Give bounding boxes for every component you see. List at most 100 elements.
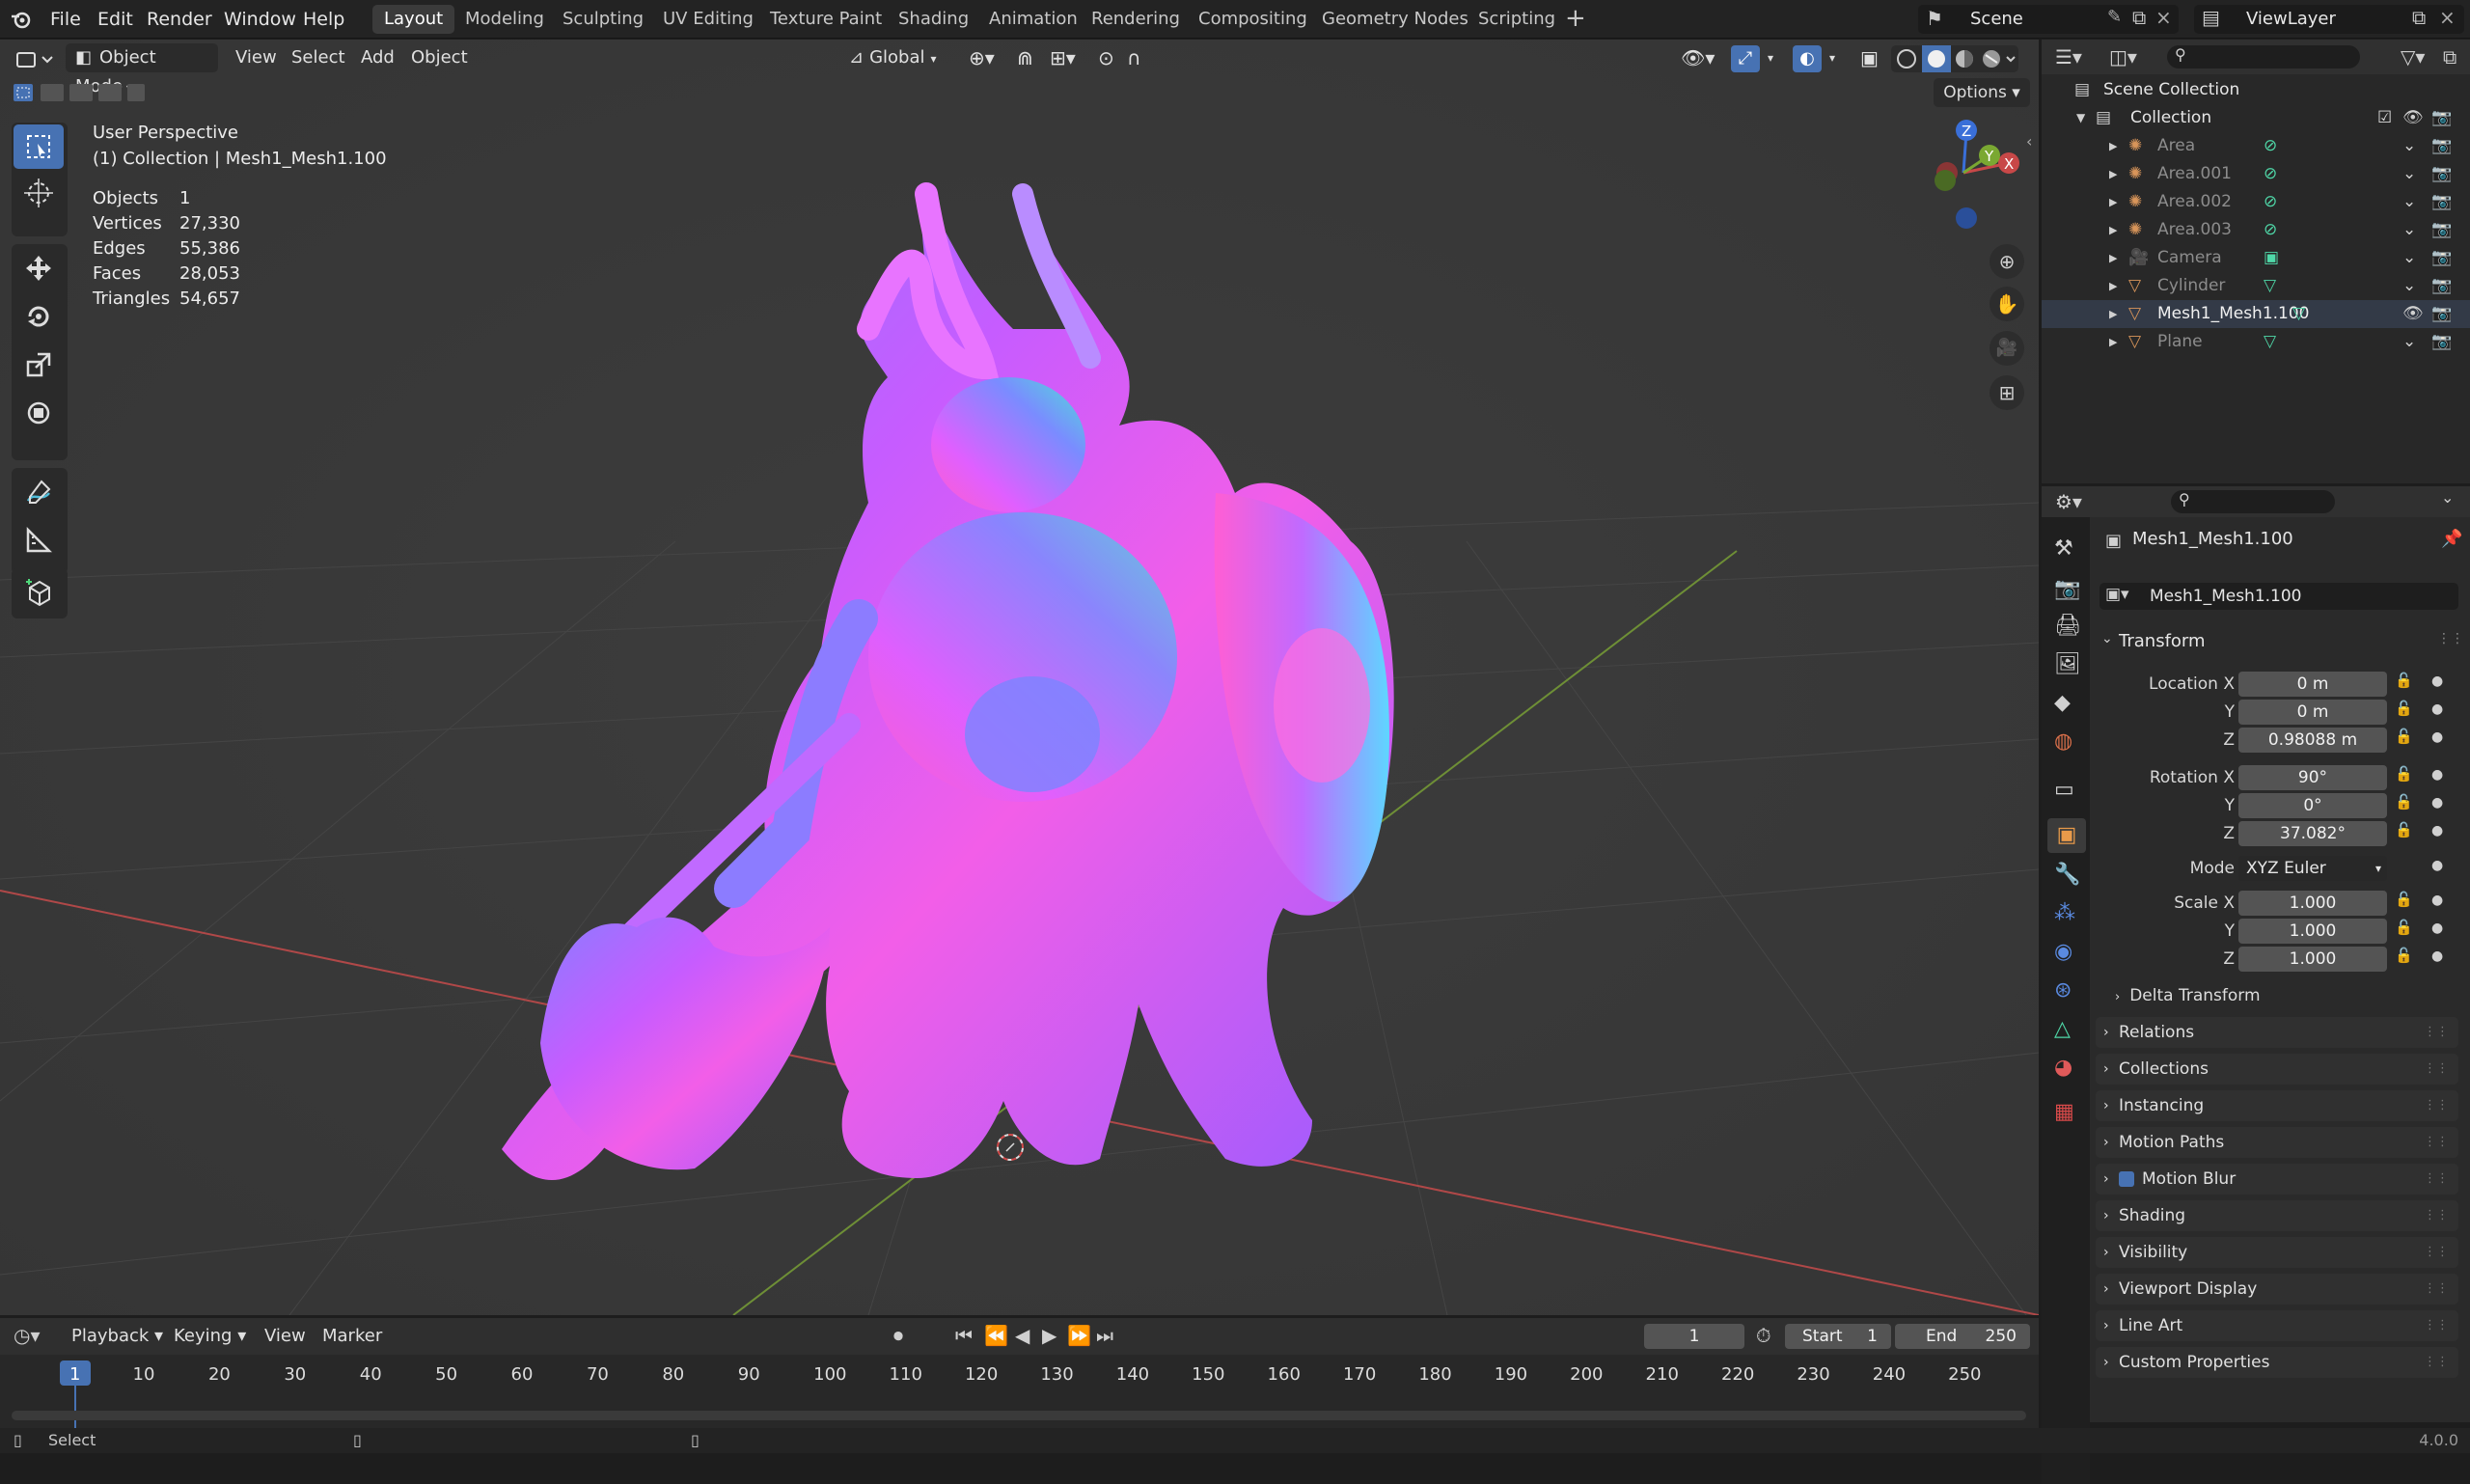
overlays-toggle-icon[interactable]: ◐ (1793, 45, 1822, 72)
object-data-icon[interactable]: ⊘ (2264, 160, 2277, 188)
eye-closed-icon[interactable]: ⌄ (2402, 188, 2416, 216)
panel-line-art[interactable]: › Line Art ⋮⋮ (2096, 1310, 2458, 1341)
tab-animation[interactable]: Animation (977, 5, 1089, 34)
drag-handle-icon[interactable]: ⋮⋮ (2424, 1127, 2449, 1158)
scale-x-field[interactable]: 1.000 (2238, 891, 2387, 916)
tab-shading[interactable]: Shading (887, 5, 980, 34)
keyframe-dot-icon[interactable]: ● (2431, 893, 2443, 908)
close-icon[interactable]: × (2439, 6, 2456, 29)
select-box-tool[interactable] (14, 124, 64, 169)
scene-selector[interactable]: ⚑ Scene ✎ ⧉ × (1918, 5, 2179, 34)
tab-rendering[interactable]: Rendering (1080, 5, 1192, 34)
camera-render-icon[interactable]: 📷 (2431, 104, 2452, 132)
object-data-icon[interactable]: ⊘ (2264, 188, 2277, 216)
proportional-edit-icon[interactable]: ⊙ (1098, 43, 1114, 72)
eye-closed-icon[interactable]: ⌄ (2402, 132, 2416, 160)
expand-arrow-icon[interactable]: ▶ (2109, 132, 2117, 160)
keyframe-dot-icon[interactable]: ● (2431, 673, 2443, 689)
keyframe-dot-icon[interactable]: ● (2431, 729, 2443, 745)
view-layer-tab-icon[interactable]: 🖼 (2054, 652, 2081, 676)
expand-arrow-icon[interactable]: ▶ (2109, 328, 2117, 356)
chevron-down-icon[interactable]: ▾ (1768, 43, 1773, 72)
drag-handle-icon[interactable]: ⋮⋮ (2424, 1347, 2449, 1378)
3d-viewport[interactable]: ◧Object Mode▾ View Select Add Object ⊿Gl… (0, 40, 2039, 1315)
panel-visibility[interactable]: › Visibility ⋮⋮ (2096, 1237, 2458, 1268)
sidebar-toggle-icon[interactable]: ‹ (2026, 132, 2032, 151)
keyframe-dot-icon[interactable]: ● (2431, 948, 2443, 964)
add-workspace-icon[interactable]: + (1565, 4, 1586, 33)
eye-closed-icon[interactable]: ⌄ (2402, 272, 2416, 300)
lock-icon[interactable]: 🔓 (2395, 672, 2413, 689)
scale-z-field[interactable]: 1.000 (2238, 947, 2387, 972)
tool-tab-icon[interactable]: ⚒ (2054, 536, 2073, 561)
tab-uv-editing[interactable]: UV Editing (651, 5, 765, 34)
drag-handle-icon[interactable]: ⋮⋮ (2424, 1164, 2449, 1195)
material-tab-icon[interactable]: ◕ (2054, 1056, 2072, 1080)
shading-mode-buttons[interactable] (1891, 45, 2018, 72)
search-input[interactable]: ⚲ (2171, 490, 2335, 513)
menu-marker[interactable]: Marker (322, 1322, 382, 1351)
keyframe-dot-icon[interactable]: ● (2431, 858, 2443, 873)
render-tab-icon[interactable]: 📷 (2054, 577, 2080, 601)
outliner-item[interactable]: ▶ ▽ Plane ▽ ⌄ 📷 (2042, 328, 2470, 356)
camera-render-icon[interactable]: 📷 (2431, 300, 2452, 328)
drag-handle-icon[interactable]: ⋮⋮ (2424, 1017, 2449, 1048)
lock-icon[interactable]: 🔓 (2395, 821, 2413, 838)
tab-sculpting[interactable]: Sculpting (551, 5, 655, 34)
pivot-point-icon[interactable]: ⊕▾ (969, 43, 995, 72)
expand-arrow-icon[interactable]: ▶ (2109, 160, 2117, 188)
drag-handle-icon[interactable]: ⋮⋮ (2424, 1237, 2449, 1268)
jump-start-icon[interactable]: ⏮ (955, 1324, 973, 1347)
new-collection-icon[interactable]: ⧉ (2443, 45, 2456, 69)
delta-transform-subpanel[interactable]: › Delta Transform (2115, 986, 2261, 1005)
expand-arrow-icon[interactable]: ▶ (2109, 244, 2117, 272)
keyframe-dot-icon[interactable]: ● (2431, 921, 2443, 936)
editor-type-icon[interactable]: ◷▾ (14, 1324, 41, 1347)
transform-orientation-dropdown[interactable]: ⊿ Global ▾ (849, 43, 937, 72)
camera-render-icon[interactable]: 📷 (2431, 160, 2452, 188)
object-data-icon[interactable]: ▽ (2264, 328, 2276, 356)
panel-custom-properties[interactable]: › Custom Properties ⋮⋮ (2096, 1347, 2458, 1378)
prev-keyframe-icon[interactable]: ⏪ (984, 1324, 1008, 1347)
menu-view[interactable]: View (235, 43, 277, 72)
end-frame-field[interactable]: End 250 (1895, 1324, 2030, 1349)
editor-type-icon[interactable]: ☰▾ (2055, 45, 2082, 69)
camera-view-icon[interactable]: 🎥 (1990, 331, 2024, 366)
lock-icon[interactable]: 🔓 (2395, 700, 2413, 717)
lock-icon[interactable]: 🔓 (2395, 728, 2413, 745)
constraints-tab-icon[interactable]: ⊛ (2054, 978, 2072, 1003)
menu-playback[interactable]: Playback ▾ (71, 1322, 163, 1351)
data-tab-icon[interactable]: △ (2054, 1017, 2071, 1041)
editor-type-icon[interactable]: ⚙▾ (2055, 490, 2082, 513)
lock-icon[interactable]: 🔓 (2395, 947, 2413, 964)
menu-view[interactable]: View (264, 1322, 306, 1351)
keyframe-dot-icon[interactable]: ● (2431, 823, 2443, 838)
visibility-icon[interactable]: 👁▾ (1681, 43, 1715, 72)
outliner-item[interactable]: ▶ ✺ Area.001 ⊘ ⌄ 📷 (2042, 160, 2470, 188)
outliner-item[interactable]: ▶ ✺ Area ⊘ ⌄ 📷 (2042, 132, 2470, 160)
falloff-icon[interactable]: ∩ (1127, 43, 1141, 72)
expand-arrow-icon[interactable]: ▼ (2076, 104, 2085, 132)
keyframe-dot-icon[interactable]: ● (2431, 767, 2443, 783)
modifier-tab-icon[interactable]: 🔧 (2054, 863, 2080, 887)
pin-icon[interactable]: 📌 (2441, 529, 2462, 549)
scale-y-field[interactable]: 1.000 (2238, 919, 2387, 944)
particles-tab-icon[interactable]: ⁂ (2054, 901, 2075, 925)
add-cube-tool[interactable] (14, 570, 64, 615)
camera-render-icon[interactable]: 📷 (2431, 188, 2452, 216)
object-data-icon[interactable]: ⊘ (2264, 216, 2277, 244)
panel-motion-paths[interactable]: › Motion Paths ⋮⋮ (2096, 1127, 2458, 1158)
scale-tool[interactable] (14, 343, 64, 387)
perspective-toggle-icon[interactable]: ⊞ (1990, 375, 2024, 410)
camera-render-icon[interactable]: 📷 (2431, 328, 2452, 356)
tab-layout[interactable]: Layout (372, 5, 455, 34)
outliner-item[interactable]: ▶ ✺ Area.003 ⊘ ⌄ 📷 (2042, 216, 2470, 244)
filter-icon[interactable]: ▽▾ (2401, 45, 2425, 69)
physics-tab-icon[interactable]: ◉ (2054, 940, 2072, 964)
cursor-tool[interactable] (14, 171, 64, 215)
outliner-collection[interactable]: ▼ ▤ Collection ☑ 👁 📷 (2042, 104, 2470, 132)
eye-closed-icon[interactable]: ⌄ (2402, 216, 2416, 244)
display-mode-icon[interactable]: ◫▾ (2109, 45, 2137, 69)
next-keyframe-icon[interactable]: ⏩ (1067, 1324, 1091, 1347)
object-data-icon[interactable]: ⊘ (2264, 132, 2277, 160)
